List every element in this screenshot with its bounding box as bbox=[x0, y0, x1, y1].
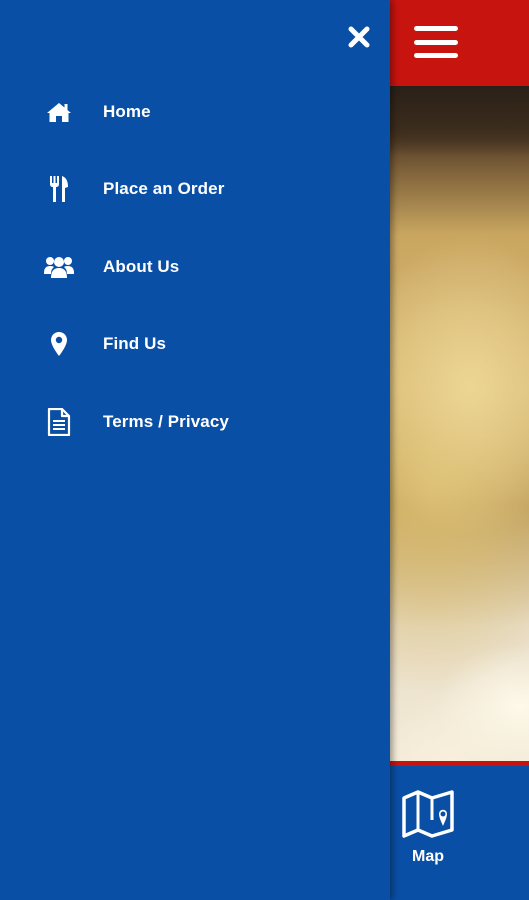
menu-item-place-order[interactable]: Place an Order bbox=[0, 151, 390, 229]
drawer-menu: Home Place an Order About Us Find Us Ter… bbox=[0, 73, 390, 461]
users-icon bbox=[44, 252, 74, 282]
map-icon bbox=[402, 790, 454, 838]
document-icon bbox=[44, 407, 74, 437]
fork-knife-icon bbox=[44, 174, 74, 204]
menu-item-about-us[interactable]: About Us bbox=[0, 228, 390, 306]
close-icon[interactable] bbox=[346, 24, 372, 50]
home-icon bbox=[44, 97, 74, 127]
bottom-nav-map[interactable]: Map bbox=[396, 790, 460, 880]
menu-item-label: Place an Order bbox=[103, 179, 225, 199]
bottom-nav-map-label: Map bbox=[412, 848, 444, 865]
menu-item-home[interactable]: Home bbox=[0, 73, 390, 151]
menu-item-label: About Us bbox=[103, 256, 180, 276]
map-pin-icon bbox=[44, 329, 74, 359]
menu-item-label: Home bbox=[103, 101, 151, 121]
menu-item-label: Find Us bbox=[103, 334, 167, 354]
menu-item-find-us[interactable]: Find Us bbox=[0, 306, 390, 384]
navigation-drawer: Home Place an Order About Us Find Us Ter… bbox=[0, 0, 390, 900]
hamburger-icon[interactable] bbox=[414, 22, 458, 62]
menu-item-terms-privacy[interactable]: Terms / Privacy bbox=[0, 383, 390, 461]
menu-item-label: Terms / Privacy bbox=[103, 411, 229, 431]
